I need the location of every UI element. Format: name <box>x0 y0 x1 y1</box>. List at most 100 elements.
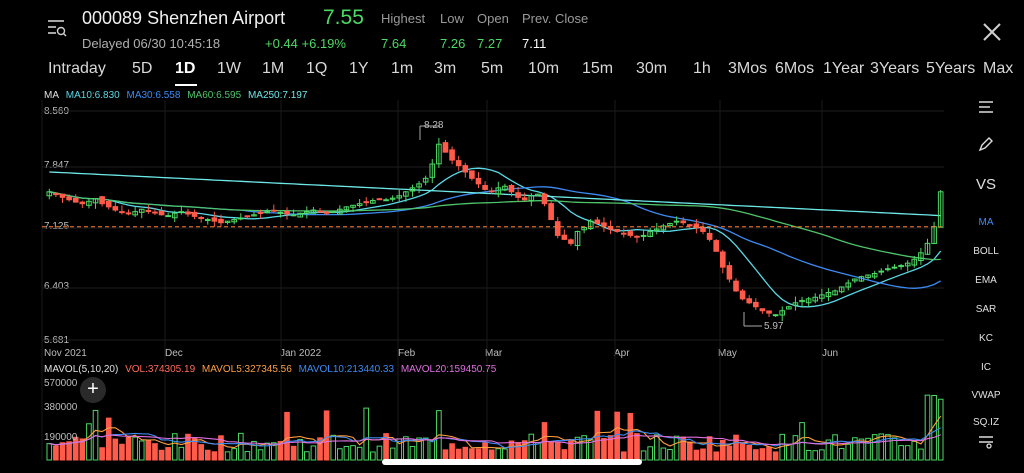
volume-average-lines <box>49 415 942 450</box>
volume-bar <box>805 449 812 461</box>
candle-body <box>244 215 251 218</box>
candle-body <box>449 149 455 161</box>
pencil-icon[interactable] <box>968 136 1004 155</box>
indicator-ic[interactable]: IC <box>968 362 1004 373</box>
compare-vs-button[interactable]: VS <box>968 176 1004 193</box>
candle-body <box>105 201 112 208</box>
volume-bar <box>145 439 152 461</box>
candle-body <box>772 314 779 317</box>
volume-bar <box>601 438 607 461</box>
candle-body <box>270 209 277 212</box>
indicator-sqzm[interactable]: SQ.IZ <box>968 417 1004 428</box>
candle-body <box>198 217 204 220</box>
settings-list-icon[interactable] <box>968 435 1004 452</box>
volume-bar <box>713 451 720 461</box>
volume-legend-label: MAVOL(5,10,20) <box>44 364 119 375</box>
indicator-vwap[interactable]: VWAP <box>968 390 1004 401</box>
candle-body <box>290 214 297 217</box>
volume-bar <box>693 449 700 461</box>
candle-body <box>753 301 759 308</box>
mavol5-value: MAVOL5:327345.56 <box>201 364 292 375</box>
home-indicator <box>382 459 642 465</box>
volume-legend[interactable]: MAVOL(5,10,20) VOL:374305.19 MAVOL5:3273… <box>44 364 500 375</box>
volume-bar <box>237 432 244 461</box>
candle-body <box>482 185 488 190</box>
volume-bar <box>284 411 290 461</box>
volume-bar <box>700 448 706 461</box>
candle-body <box>317 210 323 213</box>
indicator-kc[interactable]: KC <box>968 333 1004 344</box>
volume-bar <box>165 447 171 461</box>
volume-bar <box>706 436 713 461</box>
volume-bar <box>508 440 515 461</box>
volume-bar <box>244 451 251 461</box>
volume-bar <box>660 447 667 461</box>
volume-bar <box>422 437 429 461</box>
volume-bar <box>211 451 218 461</box>
volume-bar <box>904 445 911 461</box>
volume-bar <box>152 443 158 461</box>
volume-bar <box>786 443 792 461</box>
volume-bar <box>535 442 541 461</box>
volume-bar <box>554 442 561 461</box>
candle-body <box>594 219 601 225</box>
candle-body <box>746 298 753 304</box>
candle-body <box>601 222 607 227</box>
volume-bar <box>766 446 772 461</box>
volume-bar <box>138 440 145 461</box>
candle-body <box>719 251 726 268</box>
candle-body <box>878 270 885 273</box>
candle-body <box>185 211 191 215</box>
candle-body <box>680 220 686 224</box>
volume-bar <box>224 451 231 461</box>
volume-bar <box>337 448 343 461</box>
candle-body <box>218 218 224 224</box>
volume-bar <box>647 446 653 461</box>
volume-bar <box>290 445 297 461</box>
volume-bar <box>640 450 647 461</box>
indicator-ma[interactable]: MA <box>968 217 1004 228</box>
volume-bar <box>719 439 726 461</box>
volume-bar <box>772 451 779 461</box>
volume-bar <box>449 443 455 461</box>
volume-bar <box>304 451 310 461</box>
list-icon[interactable] <box>968 100 1004 117</box>
volume-bar <box>753 449 759 461</box>
volume-bar <box>673 435 680 461</box>
add-indicator-button[interactable]: + <box>80 377 106 403</box>
mavol20-value: MAVOL20:159450.75 <box>400 364 497 375</box>
volume-bar <box>568 439 574 461</box>
candlesticks <box>46 137 944 322</box>
vol-value: VOL:374305.19 <box>125 364 196 375</box>
candle-body <box>548 203 554 221</box>
candle-body <box>713 240 720 252</box>
high-annotation: 8.28 <box>424 120 444 131</box>
volume-bar <box>759 448 766 461</box>
indicator-boll[interactable]: BOLL <box>968 246 1004 257</box>
candle-body <box>257 211 264 214</box>
volume-bar <box>838 448 845 461</box>
volume-bar <box>898 445 904 461</box>
indicator-sar[interactable]: SAR <box>968 304 1004 315</box>
volume-bar <box>528 433 535 461</box>
indicator-ema[interactable]: EMA <box>968 275 1004 286</box>
volume-bar <box>59 442 66 461</box>
candle-body <box>145 209 152 212</box>
volume-bar <box>323 410 330 461</box>
candle-body <box>739 290 746 300</box>
price-chart[interactable] <box>0 0 1024 473</box>
volume-bar <box>112 438 119 461</box>
volume-bar <box>363 407 370 461</box>
candle-body <box>442 142 449 153</box>
candle-body <box>627 231 634 236</box>
volume-axis-tick: 380000 <box>44 402 78 413</box>
volume-axis-tick: 190000 <box>44 432 78 443</box>
candle-body <box>733 280 739 292</box>
volume-bar <box>86 423 92 461</box>
low-annotation: 5.97 <box>764 321 784 332</box>
candle-body <box>462 165 469 173</box>
volume-bar <box>125 436 132 461</box>
volume-bar <box>370 451 376 461</box>
candle-body <box>383 199 389 202</box>
candle-body <box>99 196 105 205</box>
